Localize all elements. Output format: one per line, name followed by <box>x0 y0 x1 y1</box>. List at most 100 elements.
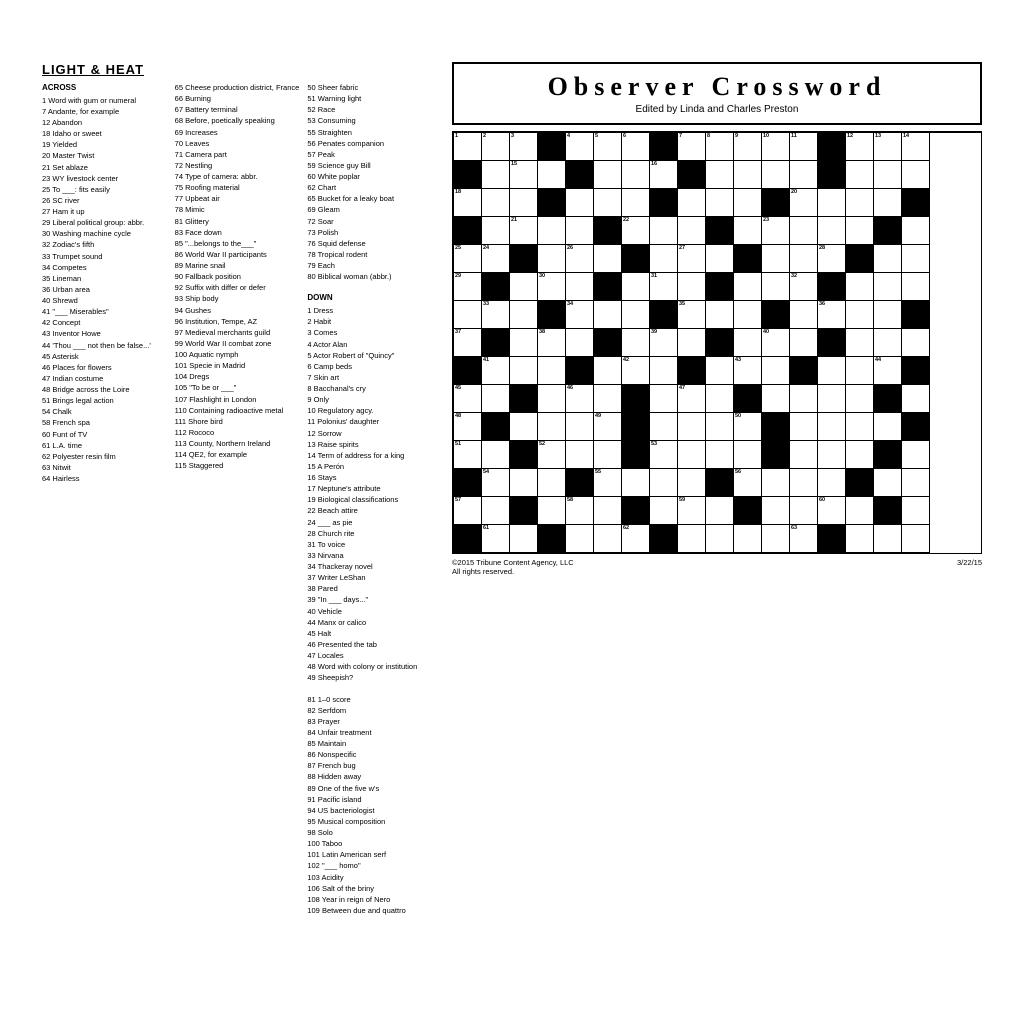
grid-cell[interactable] <box>818 189 846 217</box>
grid-cell[interactable] <box>818 413 846 441</box>
grid-cell[interactable] <box>734 329 762 357</box>
grid-cell[interactable] <box>902 385 930 413</box>
grid-cell[interactable]: 59 <box>678 497 706 525</box>
grid-cell[interactable] <box>538 301 566 329</box>
grid-cell[interactable] <box>650 413 678 441</box>
grid-cell[interactable]: 62 <box>622 525 650 553</box>
grid-cell[interactable] <box>510 301 538 329</box>
grid-cell[interactable] <box>762 161 790 189</box>
grid-cell[interactable]: 13 <box>874 133 902 161</box>
grid-cell[interactable] <box>706 525 734 553</box>
grid-cell[interactable] <box>818 525 846 553</box>
grid-cell[interactable]: 45 <box>454 385 482 413</box>
grid-cell[interactable] <box>482 217 510 245</box>
grid-cell[interactable] <box>510 273 538 301</box>
grid-cell[interactable] <box>902 329 930 357</box>
grid-cell[interactable] <box>650 357 678 385</box>
grid-cell[interactable] <box>846 385 874 413</box>
grid-cell[interactable] <box>818 385 846 413</box>
grid-cell[interactable] <box>790 357 818 385</box>
grid-cell[interactable] <box>566 525 594 553</box>
grid-cell[interactable] <box>902 357 930 385</box>
grid-cell[interactable] <box>510 413 538 441</box>
grid-cell[interactable] <box>538 217 566 245</box>
grid-cell[interactable] <box>594 525 622 553</box>
grid-cell[interactable]: 54 <box>482 469 510 497</box>
grid-cell[interactable] <box>762 469 790 497</box>
grid-cell[interactable] <box>846 357 874 385</box>
grid-cell[interactable] <box>566 161 594 189</box>
grid-cell[interactable]: 2 <box>482 133 510 161</box>
grid-cell[interactable] <box>594 161 622 189</box>
grid-cell[interactable] <box>762 273 790 301</box>
grid-cell[interactable] <box>538 497 566 525</box>
grid-cell[interactable] <box>538 385 566 413</box>
grid-cell[interactable] <box>902 497 930 525</box>
grid-cell[interactable] <box>482 413 510 441</box>
grid-cell[interactable] <box>678 273 706 301</box>
grid-cell[interactable] <box>874 469 902 497</box>
grid-cell[interactable] <box>846 441 874 469</box>
grid-cell[interactable]: 52 <box>538 441 566 469</box>
grid-cell[interactable] <box>622 441 650 469</box>
grid-cell[interactable]: 34 <box>566 301 594 329</box>
grid-cell[interactable] <box>762 189 790 217</box>
grid-cell[interactable] <box>566 357 594 385</box>
grid-cell[interactable] <box>706 469 734 497</box>
grid-cell[interactable] <box>510 441 538 469</box>
grid-cell[interactable]: 23 <box>762 217 790 245</box>
grid-cell[interactable] <box>650 133 678 161</box>
grid-cell[interactable]: 48 <box>454 413 482 441</box>
grid-cell[interactable] <box>454 217 482 245</box>
grid-cell[interactable] <box>734 441 762 469</box>
grid-cell[interactable] <box>762 357 790 385</box>
grid-cell[interactable]: 36 <box>818 301 846 329</box>
grid-cell[interactable] <box>846 161 874 189</box>
grid-cell[interactable] <box>566 217 594 245</box>
grid-cell[interactable] <box>454 301 482 329</box>
grid-cell[interactable]: 55 <box>594 469 622 497</box>
grid-cell[interactable] <box>706 497 734 525</box>
grid-cell[interactable] <box>622 273 650 301</box>
grid-cell[interactable]: 29 <box>454 273 482 301</box>
grid-cell[interactable] <box>734 497 762 525</box>
grid-cell[interactable]: 57 <box>454 497 482 525</box>
grid-cell[interactable] <box>874 245 902 273</box>
grid-cell[interactable]: 27 <box>678 245 706 273</box>
grid-cell[interactable] <box>538 161 566 189</box>
grid-cell[interactable] <box>706 189 734 217</box>
grid-cell[interactable] <box>846 189 874 217</box>
grid-cell[interactable]: 31 <box>650 273 678 301</box>
grid-cell[interactable] <box>566 189 594 217</box>
grid-cell[interactable] <box>650 217 678 245</box>
grid-cell[interactable] <box>594 329 622 357</box>
grid-cell[interactable] <box>902 273 930 301</box>
grid-cell[interactable] <box>510 385 538 413</box>
grid-cell[interactable] <box>706 441 734 469</box>
grid-cell[interactable] <box>510 357 538 385</box>
grid-cell[interactable]: 9 <box>734 133 762 161</box>
grid-cell[interactable]: 11 <box>790 133 818 161</box>
grid-cell[interactable]: 35 <box>678 301 706 329</box>
grid-cell[interactable] <box>734 217 762 245</box>
grid-cell[interactable] <box>902 245 930 273</box>
grid-cell[interactable] <box>482 497 510 525</box>
grid-cell[interactable] <box>734 301 762 329</box>
grid-cell[interactable] <box>566 413 594 441</box>
grid-cell[interactable] <box>678 413 706 441</box>
grid-cell[interactable] <box>846 217 874 245</box>
grid-cell[interactable] <box>874 161 902 189</box>
grid-cell[interactable]: 7 <box>678 133 706 161</box>
grid-cell[interactable] <box>902 217 930 245</box>
grid-cell[interactable]: 4 <box>566 133 594 161</box>
grid-cell[interactable] <box>818 329 846 357</box>
grid-cell[interactable]: 32 <box>790 273 818 301</box>
grid-cell[interactable] <box>846 469 874 497</box>
grid-cell[interactable] <box>846 497 874 525</box>
grid-cell[interactable] <box>538 133 566 161</box>
grid-cell[interactable]: 60 <box>818 497 846 525</box>
grid-cell[interactable] <box>678 329 706 357</box>
grid-cell[interactable] <box>790 385 818 413</box>
grid-cell[interactable]: 40 <box>762 329 790 357</box>
grid-cell[interactable] <box>678 357 706 385</box>
